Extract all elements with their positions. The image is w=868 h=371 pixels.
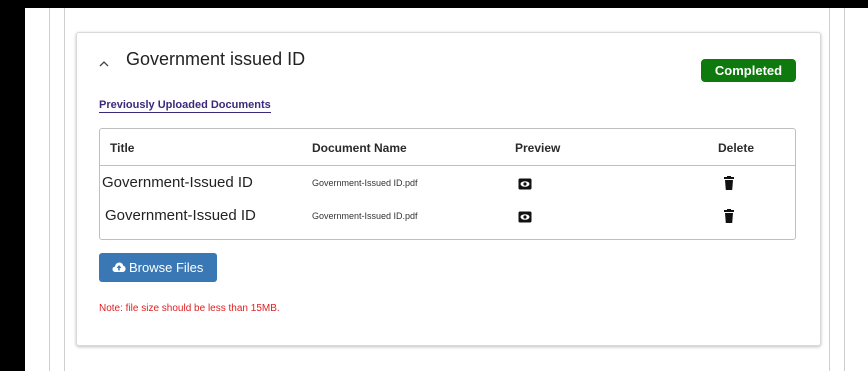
trash-icon[interactable] [722,209,736,223]
file-size-note: Note: file size should be less than 15MB… [99,303,280,314]
status-badge: Completed [701,59,796,82]
documents-table: Title Document Name Preview Delete Gover… [99,128,796,240]
table-header: Title Document Name Preview Delete [100,129,795,166]
header-preview: Preview [515,141,561,155]
browse-files-label: Browse Files [129,260,204,275]
chevron-up-icon[interactable] [98,59,110,69]
section-title: Government issued ID [126,49,306,69]
row-document-name: Government-Issued ID.pdf [312,178,418,188]
header-delete: Delete [718,141,755,155]
government-id-card: Government issued ID Completed Previousl… [76,32,821,346]
left-divider-inner [64,8,65,371]
right-divider-inner [829,8,830,371]
previously-uploaded-link[interactable]: Previously Uploaded Documents [99,99,271,113]
trash-icon[interactable] [722,176,736,190]
page-frame: Government issued ID Completed Previousl… [25,8,868,371]
right-divider [844,8,845,371]
row-document-name: Government-Issued ID.pdf [312,211,418,221]
left-divider [49,8,50,371]
cloud-upload-icon [112,262,126,272]
eye-icon[interactable] [518,210,532,224]
header-title: Title [110,141,135,155]
browse-files-button[interactable]: Browse Files [99,253,217,282]
eye-icon[interactable] [518,177,532,191]
row-title: Government-Issued ID [102,174,253,191]
row-title: Government-Issued ID [105,207,256,224]
table-row: Government-Issued ID Government-Issued I… [100,167,795,201]
table-row: Government-Issued ID Government-Issued I… [100,201,795,235]
header-document-name: Document Name [312,141,407,155]
